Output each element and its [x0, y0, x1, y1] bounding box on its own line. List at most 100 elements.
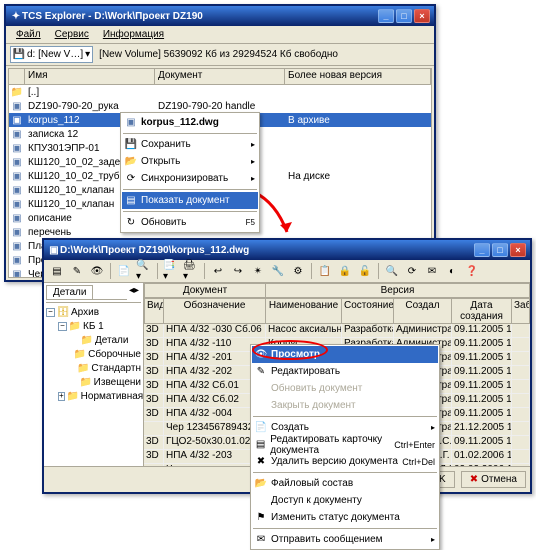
tool-5[interactable]: 🔍▾	[135, 262, 153, 280]
ctx-view[interactable]: 👁Просмотр	[252, 346, 438, 363]
col-sost[interactable]: Состояние	[342, 298, 394, 324]
tool-18[interactable]: ✉	[423, 262, 441, 280]
file-icon: ▣	[9, 142, 25, 154]
tree-archive[interactable]: Архив	[71, 307, 99, 318]
col-sozdal[interactable]: Создал	[394, 298, 452, 324]
menu-file[interactable]: Файл	[10, 28, 47, 41]
ctx-delete-version[interactable]: ✖Удалить версию документаCtrl+Del	[252, 453, 438, 470]
tool-11[interactable]: 🔧	[269, 262, 287, 280]
edit-icon: ✎	[255, 366, 267, 378]
folder-up-icon[interactable]: 📁	[9, 86, 25, 98]
tree-detali[interactable]: Детали	[95, 335, 128, 346]
tree-sbor[interactable]: Сборочные	[88, 349, 141, 360]
tool-4[interactable]: 📄	[115, 262, 133, 280]
ctx-refresh[interactable]: ↻ОбновитьF5	[122, 214, 258, 231]
ctx-edit-card[interactable]: ▤Редактировать карточку документаCtrl+En…	[252, 436, 438, 453]
grid-row[interactable]: 3DНПА 4/32 -030 Сб.06Насос аксиально-пор…	[144, 324, 530, 338]
ctx-sync[interactable]: ⟳Синхронизировать▸	[122, 170, 258, 187]
tab-arrows[interactable]: ◂▸	[127, 285, 141, 300]
ctx-access[interactable]: Доступ к документу	[252, 492, 438, 509]
file-icon: ▣	[9, 170, 25, 182]
ctx-edit[interactable]: ✎Редактировать	[252, 363, 438, 380]
tool-19[interactable]: ◐	[443, 262, 461, 280]
tool-16[interactable]: 🔍	[383, 262, 401, 280]
drive-combo[interactable]: 💾 d: [New V…] ▾	[10, 46, 93, 63]
file-icon: ▣	[9, 184, 25, 196]
close-button[interactable]: ×	[510, 243, 526, 257]
expand-icon[interactable]: −	[46, 308, 55, 317]
tool-12[interactable]: ⚙	[289, 262, 307, 280]
tool-2[interactable]: ✎	[68, 262, 86, 280]
chevron-down-icon: ▾	[85, 49, 90, 60]
chevron-right-icon: ▸	[251, 174, 255, 183]
titlebar[interactable]: ✦ TCS Explorer - D:\Work\Проект DZ190 _ …	[6, 6, 434, 26]
col-icon[interactable]	[9, 69, 25, 84]
col-name[interactable]: Имя	[25, 69, 155, 84]
ctx-save[interactable]: 💾Сохранить▸	[122, 136, 258, 153]
col-group-ver[interactable]: Версия	[266, 283, 530, 298]
tool-1[interactable]: ▤	[48, 262, 66, 280]
tool-20[interactable]: ❓	[463, 262, 481, 280]
context-menu-file[interactable]: ▣korpus_112.dwg 💾Сохранить▸ 📂Открыть▸ ⟳С…	[120, 112, 260, 233]
col-naim[interactable]: Наименование	[266, 298, 342, 324]
maximize-button[interactable]: □	[492, 243, 508, 257]
tool-17[interactable]: ⟳	[403, 262, 421, 280]
tool-6[interactable]: 📑▾	[162, 262, 180, 280]
drive-icon: 💾	[13, 49, 25, 61]
tree-pane[interactable]: Детали ◂▸ −🗄Архив −📁КБ 1 📁Детали 📁Сбороч…	[44, 283, 144, 466]
context-menu-doc[interactable]: 👁Просмотр ✎Редактировать Обновить докуме…	[250, 344, 440, 550]
ctx-open[interactable]: 📂Открыть▸	[122, 153, 258, 170]
tree-izv[interactable]: Извещени	[94, 377, 141, 388]
new-icon: 📄	[255, 422, 267, 434]
menubar: Файл Сервис Информация	[6, 26, 434, 44]
tree-norm[interactable]: Нормативная д	[81, 391, 144, 402]
menu-info[interactable]: Информация	[97, 28, 170, 41]
file-header: Имя Документ Более новая версия	[9, 69, 431, 85]
ctx-send-message[interactable]: ✉Отправить сообщением▸	[252, 531, 438, 548]
tab-details[interactable]: Детали	[46, 285, 93, 300]
card-icon: ▤	[255, 439, 266, 451]
archive-icon: 🗄	[57, 306, 69, 318]
col-group-doc[interactable]: Документ	[144, 283, 266, 298]
maximize-button[interactable]: □	[396, 9, 412, 23]
ctx-header: ▣korpus_112.dwg	[122, 114, 258, 131]
close-button[interactable]: ×	[414, 9, 430, 23]
file-icon: ▣	[125, 117, 137, 129]
files-icon: 📂	[255, 478, 267, 490]
tree-kb1[interactable]: КБ 1	[83, 321, 104, 332]
expand-icon[interactable]: +	[58, 392, 65, 401]
file-icon: ▣	[9, 240, 25, 252]
tree-std[interactable]: Стандартн	[91, 363, 141, 374]
tool-3[interactable]: 👁	[88, 262, 106, 280]
ctx-change-status[interactable]: ⚑Изменить статус документа	[252, 509, 438, 526]
status-icon: ⚑	[255, 512, 267, 524]
refresh-icon: ↻	[125, 217, 137, 229]
cancel-button[interactable]: ✖Отмена	[461, 471, 526, 488]
minimize-button[interactable]: _	[474, 243, 490, 257]
col-oboz[interactable]: Обозначение	[164, 298, 266, 324]
sync-icon: ⟳	[125, 173, 137, 185]
drive-label: d: [New V…]	[27, 49, 83, 60]
tool-13[interactable]: 📋	[316, 262, 334, 280]
file-name[interactable]: DZ190-790-20_рука	[25, 101, 155, 112]
file-icon: ▣	[9, 128, 25, 140]
expand-icon[interactable]: −	[58, 322, 67, 331]
ctx-update-doc: Обновить документ	[252, 380, 438, 397]
col-ver[interactable]: Более новая версия	[285, 69, 431, 84]
col-lock[interactable]: Заблокировал	[512, 298, 530, 324]
tool-8[interactable]: ↩	[209, 262, 227, 280]
tool-7[interactable]: 🖨▾	[182, 262, 200, 280]
col-vid[interactable]: Вид	[144, 298, 164, 324]
menu-service[interactable]: Сервис	[49, 28, 95, 41]
tool-15[interactable]: 🔓	[356, 262, 374, 280]
col-data[interactable]: Дата создания	[452, 298, 512, 324]
file-name[interactable]: [..]	[25, 87, 155, 98]
tool-9[interactable]: ↪	[229, 262, 247, 280]
ctx-show-document[interactable]: ▤Показать документ	[122, 192, 258, 209]
ctx-file-structure[interactable]: 📂Файловый состав	[252, 475, 438, 492]
chevron-right-icon: ▸	[251, 157, 255, 166]
col-doc[interactable]: Документ	[155, 69, 285, 84]
minimize-button[interactable]: _	[378, 9, 394, 23]
tool-10[interactable]: ✴	[249, 262, 267, 280]
tool-14[interactable]: 🔒	[336, 262, 354, 280]
